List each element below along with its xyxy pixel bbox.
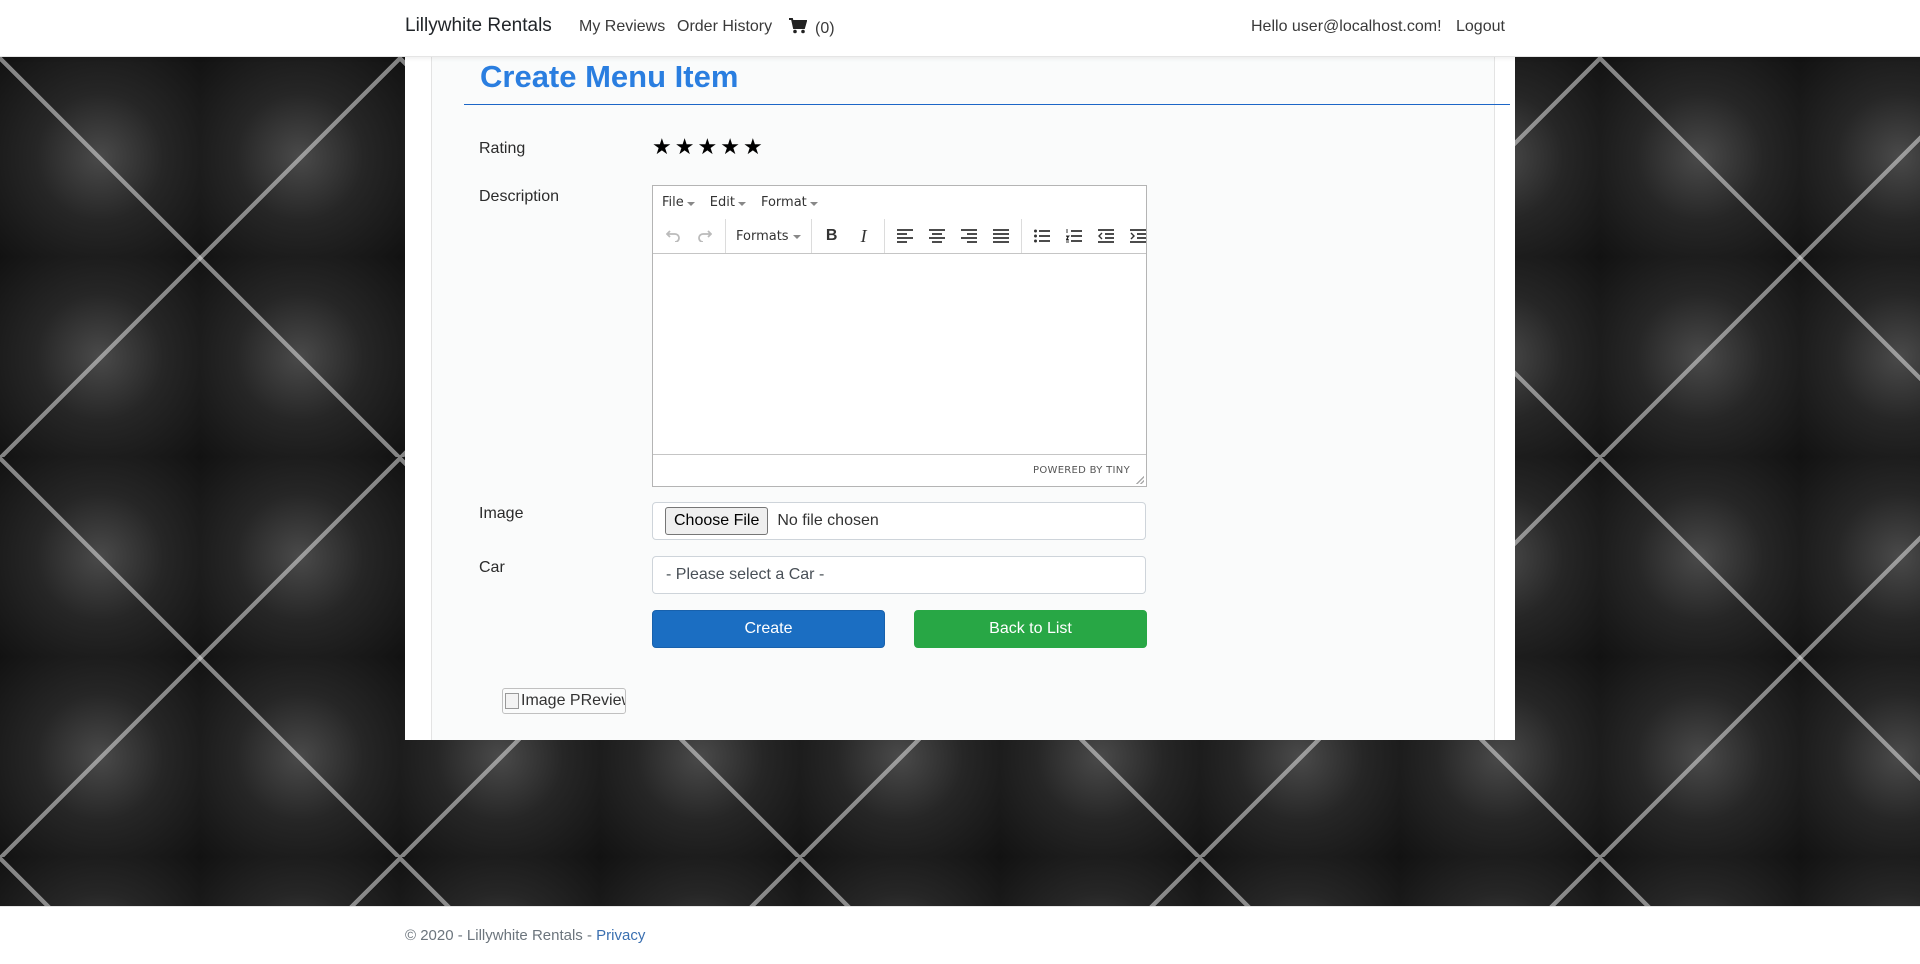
bullet-list-icon[interactable]	[1026, 222, 1058, 250]
menu-file-label: File	[662, 195, 684, 210]
footer: © 2020 - Lillywhite Rentals - Privacy	[0, 906, 1920, 964]
menu-edit[interactable]: Edit	[710, 195, 746, 210]
toolbar-group-formats: Formats	[726, 219, 812, 253]
menu-edit-label: Edit	[709, 195, 735, 210]
rating-stars[interactable]: ★ ★ ★ ★ ★	[652, 137, 763, 159]
numbered-list-icon[interactable]	[1058, 222, 1090, 250]
outdent-icon[interactable]	[1090, 222, 1122, 250]
footer-text: © 2020 - Lillywhite Rentals - Privacy	[405, 927, 645, 944]
rich-text-editor: File Edit Format Formats B I POWERED BY …	[652, 185, 1147, 487]
car-label: Car	[479, 559, 505, 576]
nav-my-reviews[interactable]: My Reviews	[579, 18, 665, 36]
menu-format-label: Format	[760, 195, 807, 210]
file-status: No file chosen	[777, 512, 879, 529]
align-right-icon[interactable]	[953, 222, 985, 250]
star-icon[interactable]: ★	[652, 137, 672, 159]
italic-icon[interactable]: I	[848, 222, 880, 250]
description-label: Description	[479, 188, 560, 205]
nav-order-history[interactable]: Order History	[677, 18, 772, 36]
editor-content-area[interactable]	[653, 254, 1146, 454]
choose-file-button[interactable]: Choose File	[665, 507, 769, 535]
brand-link[interactable]: Lillywhite Rentals	[405, 15, 552, 37]
editor-toolbar: Formats B I	[653, 219, 1146, 254]
redo-icon[interactable]	[689, 222, 721, 250]
privacy-link[interactable]: Privacy	[596, 927, 645, 944]
menu-format[interactable]: Format	[761, 195, 818, 210]
main-container: Create Menu Item Rating ★ ★ ★ ★ ★ Descri…	[405, 57, 1515, 740]
resize-handle-icon[interactable]	[1136, 476, 1144, 484]
page-title: Create Menu Item	[480, 59, 739, 94]
powered-by-link[interactable]: POWERED BY TINY	[1033, 465, 1130, 476]
bold-icon[interactable]: B	[816, 222, 848, 250]
image-label: Image	[479, 505, 524, 522]
image-preview-alt: Image PReview	[521, 692, 626, 709]
user-greeting[interactable]: Hello user@localhost.com!	[1251, 18, 1442, 36]
caret-down-icon	[737, 201, 746, 206]
star-icon[interactable]: ★	[720, 137, 740, 159]
create-button[interactable]: Create	[652, 610, 885, 648]
star-icon[interactable]: ★	[675, 137, 695, 159]
caret-down-icon	[809, 201, 818, 206]
align-left-icon[interactable]	[889, 222, 921, 250]
cart-count: (0)	[815, 19, 835, 37]
back-to-list-button[interactable]: Back to List	[914, 610, 1147, 648]
cart-icon	[789, 18, 808, 39]
editor-statusbar: POWERED BY TINY	[653, 454, 1146, 486]
toolbar-group-lists	[1022, 219, 1158, 253]
formats-dropdown[interactable]: Formats	[730, 229, 807, 244]
indent-icon[interactable]	[1122, 222, 1154, 250]
title-divider	[464, 104, 1510, 105]
nav-cart[interactable]: (0)	[789, 18, 835, 39]
align-center-icon[interactable]	[921, 222, 953, 250]
top-navbar: Lillywhite Rentals My Reviews Order Hist…	[0, 0, 1920, 57]
copyright-text: © 2020 - Lillywhite Rentals -	[405, 927, 592, 944]
rating-label: Rating	[479, 140, 526, 157]
star-icon[interactable]: ★	[743, 137, 763, 159]
formats-label: Formats	[736, 228, 789, 244]
toolbar-group-style: B I	[812, 219, 885, 253]
star-icon[interactable]: ★	[697, 137, 717, 159]
align-justify-icon[interactable]	[985, 222, 1017, 250]
caret-down-icon	[686, 201, 695, 206]
caret-down-icon	[792, 235, 801, 239]
car-select[interactable]: - Please select a Car -	[652, 556, 1146, 594]
image-file-input[interactable]: Choose File No file chosen	[652, 502, 1146, 540]
undo-icon[interactable]	[657, 222, 689, 250]
toolbar-group-history	[653, 219, 726, 253]
toolbar-group-align	[885, 219, 1022, 253]
editor-menubar: File Edit Format	[653, 186, 1146, 219]
broken-image-icon	[505, 693, 519, 709]
form-card: Create Menu Item Rating ★ ★ ★ ★ ★ Descri…	[431, 57, 1510, 740]
menu-file[interactable]: File	[662, 195, 695, 210]
image-preview: Image PReview	[502, 688, 626, 714]
logout-link[interactable]: Logout	[1456, 18, 1505, 36]
